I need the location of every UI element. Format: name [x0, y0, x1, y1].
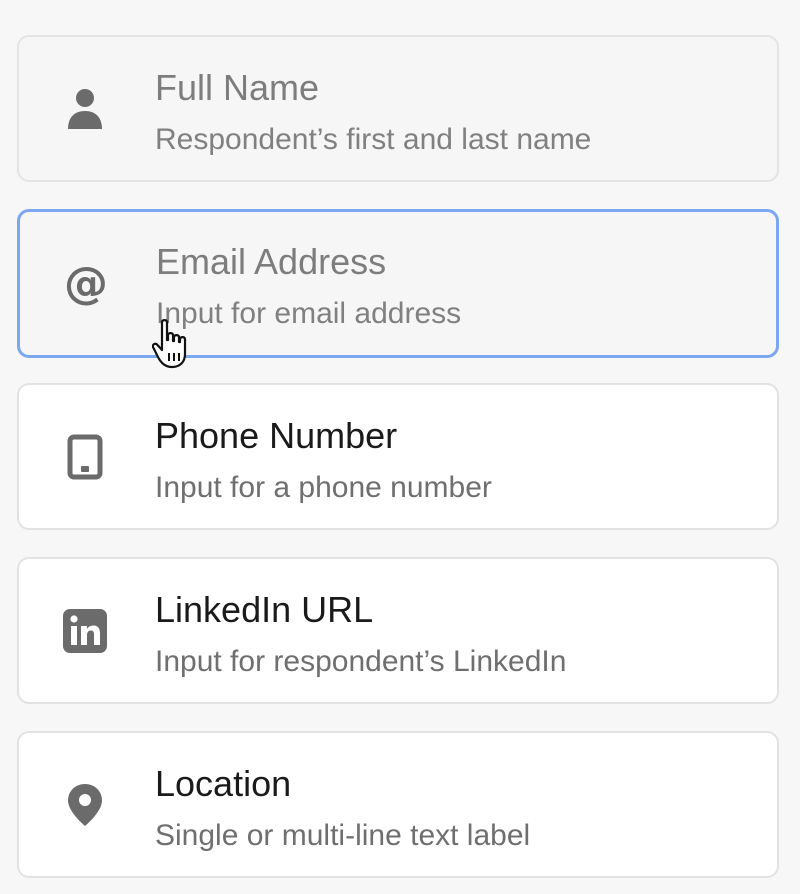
phone-icon [61, 433, 109, 481]
svg-text:@: @ [64, 260, 108, 308]
field-option-email-address[interactable]: @ Email Address Input for email address [17, 209, 779, 358]
field-option-phone-number[interactable]: Phone Number Input for a phone number [17, 383, 779, 530]
field-description: Single or multi-line text label [155, 819, 531, 852]
field-title: Phone Number [155, 415, 398, 456]
location-pin-icon [61, 781, 109, 829]
field-title: Location [155, 763, 292, 804]
field-option-full-name[interactable]: Full Name Respondent’s first and last na… [17, 35, 779, 182]
field-description: Input for respondent’s LinkedIn [155, 645, 567, 678]
field-description: Respondent’s first and last name [155, 123, 592, 156]
at-sign-icon: @ [62, 260, 110, 308]
field-title: Full Name [155, 67, 320, 108]
field-option-linkedin-url[interactable]: LinkedIn URL Input for respondent’s Link… [17, 557, 779, 704]
field-title: Email Address [156, 241, 387, 282]
field-description: Input for email address [156, 297, 462, 330]
field-description: Input for a phone number [155, 471, 492, 504]
person-icon [61, 85, 109, 133]
linkedin-icon [61, 607, 109, 655]
field-title: LinkedIn URL [155, 589, 374, 630]
field-option-location[interactable]: Location Single or multi-line text label [17, 731, 779, 878]
